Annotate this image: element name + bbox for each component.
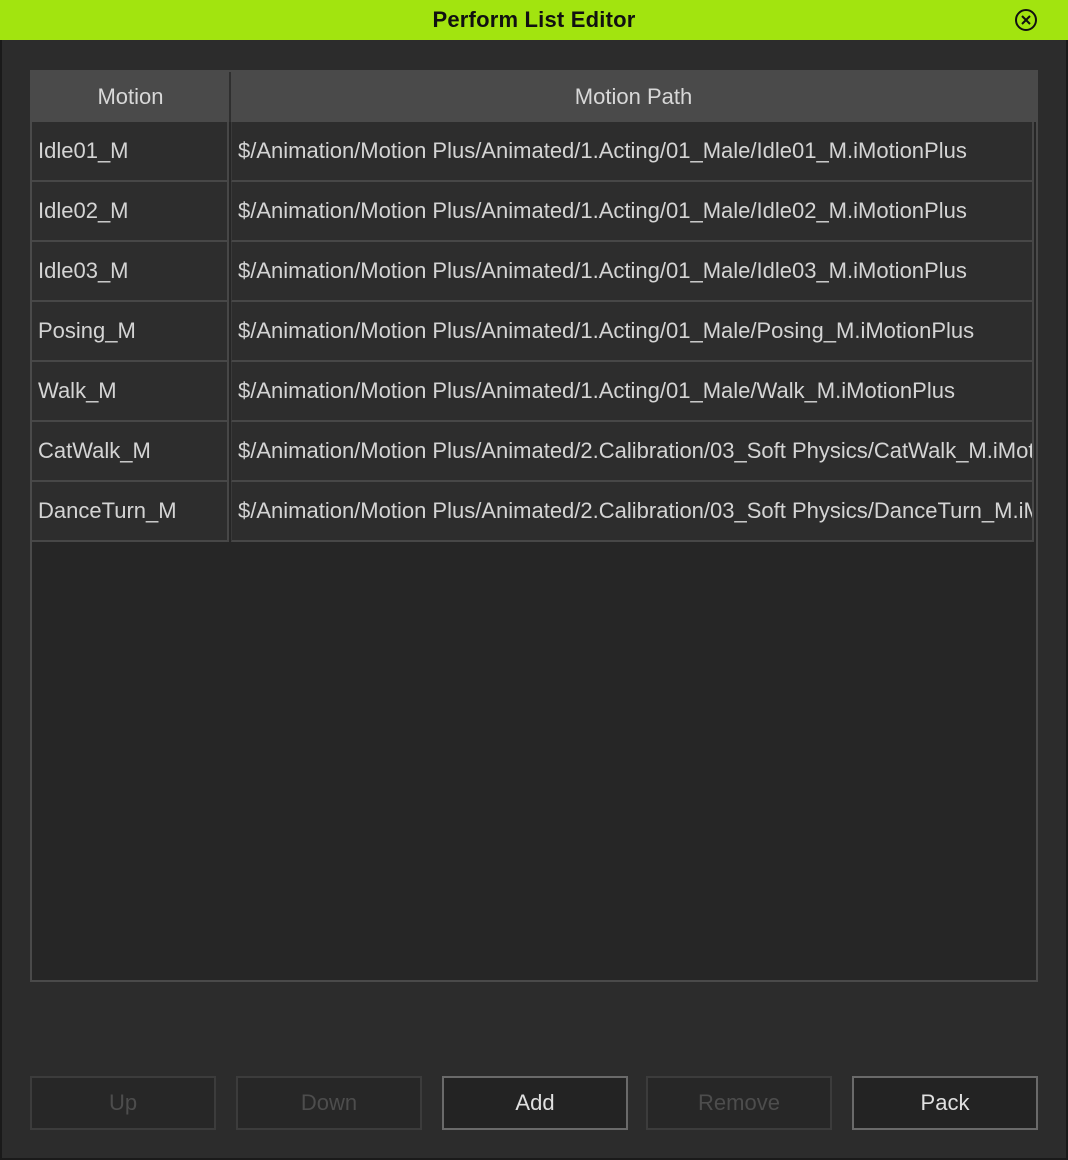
- title-bar[interactable]: Perform List Editor: [0, 0, 1068, 40]
- motion-path-cell[interactable]: $/Animation/Motion Plus/Animated/1.Actin…: [231, 362, 1034, 422]
- motion-path-cell[interactable]: $/Animation/Motion Plus/Animated/1.Actin…: [231, 302, 1034, 362]
- motion-path-cell[interactable]: $/Animation/Motion Plus/Animated/1.Actin…: [231, 182, 1034, 242]
- motion-cell[interactable]: DanceTurn_M: [32, 482, 229, 542]
- up-button[interactable]: Up: [30, 1076, 216, 1130]
- motion-path-cell[interactable]: $/Animation/Motion Plus/Animated/2.Calib…: [231, 422, 1034, 482]
- table-row[interactable]: CatWalk_M $/Animation/Motion Plus/Animat…: [32, 422, 1036, 482]
- column-header-motion[interactable]: Motion: [32, 72, 231, 122]
- table-row[interactable]: Walk_M $/Animation/Motion Plus/Animated/…: [32, 362, 1036, 422]
- add-button[interactable]: Add: [442, 1076, 628, 1130]
- table-row[interactable]: Posing_M $/Animation/Motion Plus/Animate…: [32, 302, 1036, 362]
- table-row[interactable]: Idle01_M $/Animation/Motion Plus/Animate…: [32, 122, 1036, 182]
- motion-cell[interactable]: Walk_M: [32, 362, 229, 422]
- table-body: Idle01_M $/Animation/Motion Plus/Animate…: [32, 122, 1036, 542]
- table-row[interactable]: DanceTurn_M $/Animation/Motion Plus/Anim…: [32, 482, 1036, 542]
- motion-table: Motion Motion Path Idle01_M $/Animation/…: [30, 70, 1038, 982]
- button-bar: Up Down Add Remove Pack: [30, 1076, 1038, 1130]
- motion-cell[interactable]: Idle02_M: [32, 182, 229, 242]
- motion-path-cell[interactable]: $/Animation/Motion Plus/Animated/1.Actin…: [231, 122, 1034, 182]
- down-button[interactable]: Down: [236, 1076, 422, 1130]
- motion-cell[interactable]: Idle01_M: [32, 122, 229, 182]
- pack-button[interactable]: Pack: [852, 1076, 1038, 1130]
- motion-cell[interactable]: Posing_M: [32, 302, 229, 362]
- motion-path-cell[interactable]: $/Animation/Motion Plus/Animated/2.Calib…: [231, 482, 1034, 542]
- motion-cell[interactable]: CatWalk_M: [32, 422, 229, 482]
- motion-cell[interactable]: Idle03_M: [32, 242, 229, 302]
- close-icon[interactable]: [1014, 8, 1038, 32]
- motion-path-cell[interactable]: $/Animation/Motion Plus/Animated/1.Actin…: [231, 242, 1034, 302]
- table-row[interactable]: Idle02_M $/Animation/Motion Plus/Animate…: [32, 182, 1036, 242]
- window-title: Perform List Editor: [432, 7, 636, 32]
- column-header-motion-path[interactable]: Motion Path: [231, 72, 1036, 122]
- table-row[interactable]: Idle03_M $/Animation/Motion Plus/Animate…: [32, 242, 1036, 302]
- table-header: Motion Motion Path: [32, 72, 1036, 122]
- remove-button[interactable]: Remove: [646, 1076, 832, 1130]
- perform-list-editor-window: Perform List Editor Motion Motion Path I…: [0, 0, 1068, 1160]
